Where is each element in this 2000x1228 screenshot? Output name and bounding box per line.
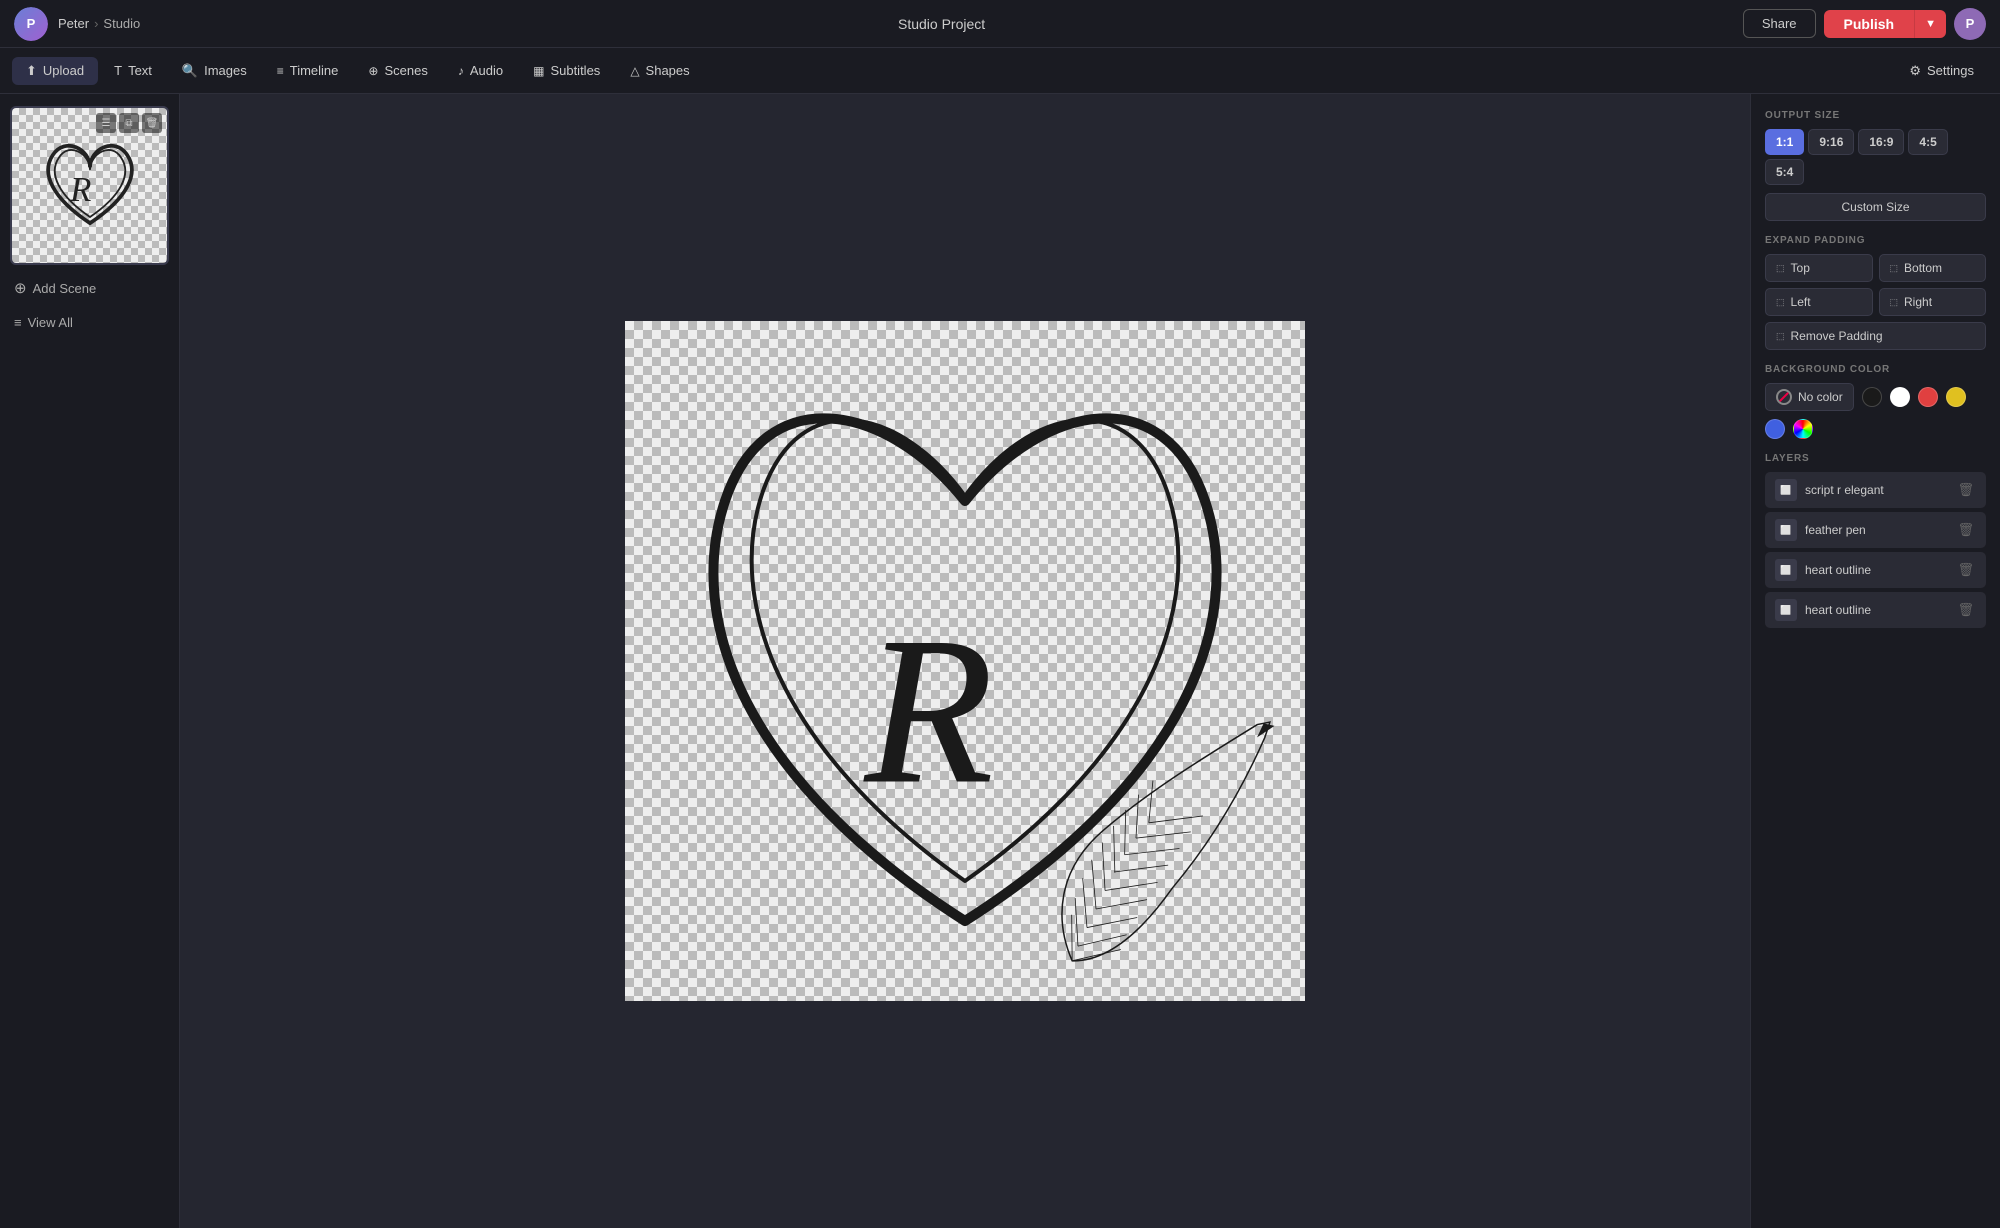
settings-icon: ⚙ (1909, 63, 1921, 79)
color-red[interactable] (1918, 387, 1938, 407)
add-scene-button[interactable]: ⊕ Add Scene (10, 275, 169, 301)
color-multicolor[interactable] (1793, 419, 1813, 439)
no-color-button[interactable]: No color (1765, 383, 1854, 411)
layer-item-script[interactable]: ⬜ script r elegant 🗑 (1765, 472, 1986, 508)
padding-right-icon: ⬚ (1890, 297, 1899, 308)
add-scene-icon: ⊕ (14, 279, 27, 297)
expand-padding-title: EXPAND PADDING (1765, 235, 1986, 246)
remove-padding-icon: ⬚ (1776, 331, 1785, 342)
color-blue[interactable] (1765, 419, 1785, 439)
padding-top-icon: ⬚ (1776, 263, 1785, 274)
padding-left-button[interactable]: ⬚ Left (1765, 288, 1873, 316)
layers-list: ⬜ script r elegant 🗑 ⬜ feather pen 🗑 ⬜ h… (1765, 472, 1986, 628)
padding-left-icon: ⬚ (1776, 297, 1785, 308)
remove-padding-button[interactable]: ⬚ Remove Padding (1765, 322, 1986, 350)
color-white[interactable] (1890, 387, 1910, 407)
custom-size-button[interactable]: Custom Size (1765, 193, 1986, 221)
layer-delete-feather[interactable]: 🗑 (1955, 520, 1976, 540)
toolbar-shapes[interactable]: △ Shapes (616, 57, 703, 84)
upload-icon: ⬆ (26, 63, 37, 79)
no-color-icon (1776, 389, 1792, 405)
canvas-area: R (180, 94, 1750, 1228)
padding-bottom-icon: ⬚ (1890, 263, 1899, 274)
size-btn-9-16[interactable]: 9:16 (1808, 129, 1854, 155)
size-btn-16-9[interactable]: 16:9 (1858, 129, 1904, 155)
toolbar: ⬆ Upload T Text 🔍 Images ≡ Timeline ⊕ Sc… (0, 48, 2000, 94)
user-avatar[interactable]: P (1954, 8, 1986, 40)
publish-button-group: Publish ▼ (1824, 10, 1946, 38)
timeline-icon: ≡ (277, 64, 284, 78)
breadcrumb: Peter › Studio (58, 16, 140, 31)
project-title: Studio Project (140, 16, 1743, 32)
text-icon: T (114, 63, 122, 78)
padding-bottom-button[interactable]: ⬚ Bottom (1879, 254, 1987, 282)
publish-dropdown-arrow[interactable]: ▼ (1914, 10, 1946, 38)
bg-color-title: BACKGROUND COLOR (1765, 364, 1986, 375)
layer-item-feather[interactable]: ⬜ feather pen 🗑 (1765, 512, 1986, 548)
breadcrumb-sep: › (94, 16, 98, 31)
padding-top-button[interactable]: ⬚ Top (1765, 254, 1873, 282)
toolbar-upload[interactable]: ⬆ Upload (12, 57, 98, 85)
scene-copy-icon[interactable]: ⧉ (119, 113, 139, 133)
breadcrumb-user[interactable]: Peter (58, 16, 89, 31)
layer-name-heart1: heart outline (1805, 563, 1947, 577)
layer-delete-heart2[interactable]: 🗑 (1955, 600, 1976, 620)
toolbar-text[interactable]: T Text (100, 57, 166, 84)
scene-menu-icon[interactable]: ☰ (96, 113, 116, 133)
left-sidebar: R ☰ ⧉ 🗑 ⊕ Add Scene ≡ View All (0, 94, 180, 1228)
layer-delete-heart1[interactable]: 🗑 (1955, 560, 1976, 580)
layer-thumb-heart2: ⬜ (1775, 599, 1797, 621)
settings-button[interactable]: ⚙ Settings (1895, 57, 1988, 85)
toolbar-audio[interactable]: ♪ Audio (444, 57, 517, 84)
logo-avatar[interactable]: P (14, 7, 48, 41)
topnav: P Peter › Studio Studio Project Share Pu… (0, 0, 2000, 48)
layer-thumb-script: ⬜ (1775, 479, 1797, 501)
breadcrumb-section: Studio (103, 16, 140, 31)
layer-item-heart1[interactable]: ⬜ heart outline 🗑 (1765, 552, 1986, 588)
layer-thumb-feather: ⬜ (1775, 519, 1797, 541)
padding-right-button[interactable]: ⬚ Right (1879, 288, 1987, 316)
color-black[interactable] (1862, 387, 1882, 407)
subtitles-icon: ▦ (533, 64, 544, 78)
toolbar-images[interactable]: 🔍 Images (168, 57, 261, 85)
layers-section: LAYERS ⬜ script r elegant 🗑 ⬜ feather pe… (1765, 453, 1986, 628)
layer-name-heart2: heart outline (1805, 603, 1947, 617)
layer-name-feather: feather pen (1805, 523, 1947, 537)
toolbar-timeline[interactable]: ≡ Timeline (263, 57, 353, 84)
scene-delete-icon[interactable]: 🗑 (142, 113, 162, 133)
canvas-svg: R (625, 321, 1305, 1001)
expand-padding-section: EXPAND PADDING ⬚ Top ⬚ Bottom ⬚ Left ⬚ R… (1765, 235, 1986, 350)
view-all-icon: ≡ (14, 315, 22, 330)
layer-thumb-heart1: ⬜ (1775, 559, 1797, 581)
size-btn-4-5[interactable]: 4:5 (1908, 129, 1947, 155)
svg-text:R: R (69, 169, 91, 208)
size-btn-1-1[interactable]: 1:1 (1765, 129, 1804, 155)
scenes-icon: ⊕ (368, 64, 378, 78)
layer-name-script: script r elegant (1805, 483, 1947, 497)
color-yellow[interactable] (1946, 387, 1966, 407)
layers-title: LAYERS (1765, 453, 1986, 464)
shapes-icon: △ (630, 64, 639, 78)
share-button[interactable]: Share (1743, 9, 1816, 38)
view-all-button[interactable]: ≡ View All (10, 311, 169, 334)
toolbar-subtitles[interactable]: ▦ Subtitles (519, 57, 614, 84)
right-panel: OUTPUT SIZE 1:1 9:16 16:9 4:5 5:4 Custom… (1750, 94, 2000, 1228)
audio-icon: ♪ (458, 64, 464, 78)
canvas-wrapper[interactable]: R (625, 321, 1305, 1001)
toolbar-scenes[interactable]: ⊕ Scenes (354, 57, 441, 84)
scene-thumbnail[interactable]: R ☰ ⧉ 🗑 (10, 106, 169, 265)
layer-item-heart2[interactable]: ⬜ heart outline 🗑 (1765, 592, 1986, 628)
output-size-title: OUTPUT SIZE (1765, 110, 1986, 121)
main-layout: R ☰ ⧉ 🗑 ⊕ Add Scene ≡ View All (0, 94, 2000, 1228)
bg-color-section: BACKGROUND COLOR No color (1765, 364, 1986, 439)
publish-button[interactable]: Publish (1824, 10, 1915, 38)
images-icon: 🔍 (182, 63, 198, 79)
layer-delete-script[interactable]: 🗑 (1955, 480, 1976, 500)
size-btn-5-4[interactable]: 5:4 (1765, 159, 1804, 185)
svg-text:R: R (863, 595, 993, 827)
output-size-section: OUTPUT SIZE 1:1 9:16 16:9 4:5 5:4 Custom… (1765, 110, 1986, 221)
